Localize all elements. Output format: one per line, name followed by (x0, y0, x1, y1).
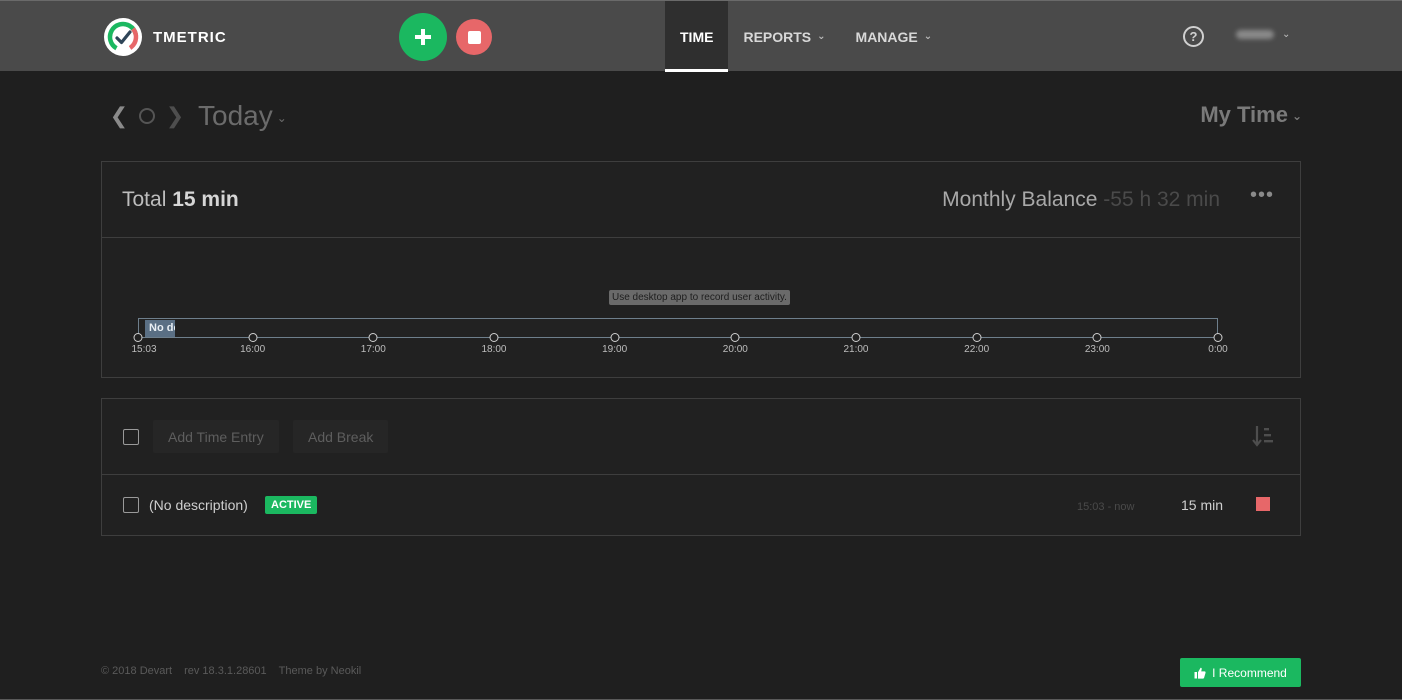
revision: rev 18.3.1.28601 (184, 665, 267, 677)
entries-toolbar: Add Time Entry Add Break (102, 399, 1300, 475)
stop-timer-button[interactable] (456, 19, 492, 55)
activity-tooltip: Use desktop app to record user activity. (609, 290, 790, 305)
add-break-button[interactable]: Add Break (293, 420, 389, 453)
app-logo[interactable]: TMETRIC (104, 18, 227, 56)
timeline-tick-label: 17:00 (360, 344, 386, 355)
chevron-right-icon[interactable]: ❯ (164, 103, 186, 129)
thumbs-up-icon (1194, 667, 1206, 679)
footer: © 2018 Devart rev 18.3.1.28601 Theme by … (101, 665, 361, 677)
nav-manage-label: MANAGE (855, 28, 918, 45)
recommend-label: I Recommend (1212, 665, 1287, 680)
sort-icon[interactable] (1252, 424, 1274, 448)
timeline-tick-label: 0:00 (1208, 344, 1228, 355)
timeline-axis (138, 337, 1218, 338)
timeline-tick-label: 16:00 (240, 344, 266, 355)
active-badge: ACTIVE (265, 496, 318, 514)
entry-duration[interactable]: 15 min (1181, 497, 1223, 513)
total-prefix: Total (122, 188, 167, 211)
app-name: TMETRIC (153, 28, 227, 46)
plus-icon (415, 29, 431, 45)
monthly-balance: Monthly Balance -55 h 32 min (942, 188, 1220, 212)
entry-time-range: 15:03 - now (1077, 501, 1135, 513)
chevron-down-icon: ⌄ (817, 31, 826, 42)
summary-panel: Total 15 min Monthly Balance -55 h 32 mi… (101, 161, 1301, 378)
timeline-tick-label: 15:03 (131, 344, 157, 355)
select-all-checkbox[interactable] (123, 429, 139, 445)
nav-reports[interactable]: REPORTS ⌄ (728, 1, 840, 72)
date-navigation: ❮ ❯ Today ⌄ (108, 96, 287, 136)
timeline-tick-label: 22:00 (964, 344, 990, 355)
timeline-tick-label: 21:00 (843, 344, 869, 355)
timeline-tick (730, 333, 740, 342)
theme-credit[interactable]: Theme by Neokil (279, 665, 362, 677)
chevron-down-icon: ⌄ (1282, 29, 1291, 40)
user-menu[interactable]: ⌄ (1236, 29, 1290, 40)
timeline-tick (972, 333, 982, 342)
timeline-tick (489, 333, 499, 342)
timeline-entry[interactable]: No description (145, 320, 175, 337)
timeline-tick-label: 20:00 (722, 344, 748, 355)
help-icon[interactable]: ? (1183, 26, 1204, 47)
more-icon[interactable]: ••• (1250, 184, 1274, 207)
add-time-entry-button[interactable]: Add Time Entry (153, 420, 279, 453)
chevron-down-icon: ⌄ (923, 31, 933, 42)
timeline-tick (1213, 333, 1223, 342)
timeline-track: No description (138, 318, 1218, 337)
activity-timeline: Use desktop app to record user activity.… (102, 238, 1302, 378)
nav-reports-label: REPORTS (743, 28, 812, 45)
balance-label: Monthly Balance (942, 188, 1098, 211)
timeline-tick (610, 333, 620, 342)
balance-value: -55 h 32 min (1103, 188, 1220, 211)
timeline-tick (851, 333, 861, 342)
chevron-down-icon: ⌄ (1291, 109, 1302, 124)
summary-header: Total 15 min Monthly Balance -55 h 32 mi… (102, 162, 1300, 238)
nav-time-label: TIME (680, 28, 714, 45)
timeline-tick (1092, 333, 1102, 342)
date-picker[interactable]: Today ⌄ (198, 100, 287, 132)
timeline-tick-label: 23:00 (1084, 344, 1110, 355)
timeline-tick-label: 18:00 (481, 344, 507, 355)
total-time: Total 15 min (122, 188, 239, 212)
entry-description[interactable]: (No description) (149, 497, 248, 513)
circle-icon[interactable] (139, 108, 155, 124)
nav-time[interactable]: TIME (665, 1, 729, 72)
entries-panel: Add Time Entry Add Break (No description… (101, 398, 1301, 536)
recommend-button[interactable]: I Recommend (1180, 658, 1301, 687)
entry-stop-button[interactable] (1256, 497, 1270, 511)
stop-icon (467, 30, 481, 44)
date-label: Today (198, 100, 273, 131)
start-timer-button[interactable] (399, 13, 447, 61)
time-entry-row[interactable]: (No description) ACTIVE 15:03 - now 15 m… (102, 475, 1300, 536)
copyright: © 2018 Devart (101, 665, 173, 677)
timeline-tick (248, 333, 258, 342)
timeline-tick (368, 333, 378, 342)
user-name-blurred (1236, 30, 1274, 39)
scope-selector[interactable]: My Time ⌄ (1200, 102, 1302, 128)
logo-icon (104, 18, 142, 56)
total-value: 15 min (172, 188, 239, 211)
timeline-tick-label: 19:00 (602, 344, 628, 355)
entry-checkbox[interactable] (123, 497, 139, 513)
main-nav: TIME REPORTS ⌄ MANAGE ⌄ (665, 1, 947, 72)
timeline-tick (133, 333, 143, 342)
nav-manage[interactable]: MANAGE ⌄ (841, 1, 948, 72)
chevron-left-icon[interactable]: ❮ (108, 103, 130, 129)
top-bar: TMETRIC TIME REPORTS ⌄ MANAGE ⌄ ? ⌄ (0, 0, 1402, 72)
scope-label: My Time (1200, 102, 1288, 127)
chevron-down-icon: ⌄ (276, 110, 287, 125)
